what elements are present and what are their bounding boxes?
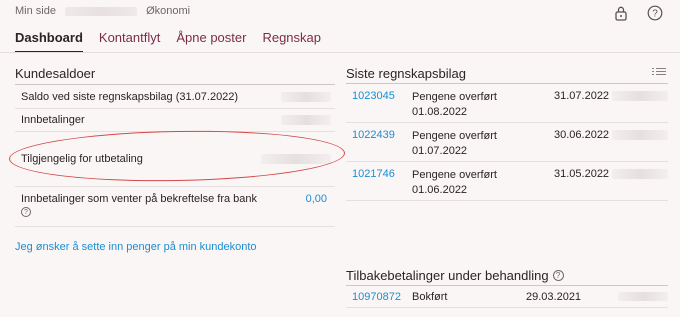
help-icon[interactable]: ?: [21, 207, 31, 217]
voucher-link[interactable]: 1022439: [352, 129, 395, 141]
row-label: Innbetalinger som venter på bekreftelse …: [21, 193, 258, 205]
payments-row: Innbetalinger: [15, 109, 335, 132]
redacted-name: [65, 6, 138, 16]
available-row: Tilgjengelig for utbetaling: [15, 132, 335, 187]
row-label: Tilgjengelig for utbetaling: [21, 153, 143, 165]
redacted-value: [612, 130, 668, 140]
pending-row: Innbetalinger som venter på bekreftelse …: [15, 187, 335, 227]
redacted-value: [612, 91, 668, 101]
latest-vouchers-panel: Siste regnskapsbilag 1023045 Pengene ove…: [346, 66, 668, 201]
refund-link[interactable]: 10970872: [352, 291, 401, 303]
table-row: 10970872 Bokført 29.03.2021: [346, 286, 668, 308]
tab-apne-poster[interactable]: Åpne poster: [176, 30, 246, 53]
voucher-desc: Pengene overført 01.08.2022: [412, 91, 497, 118]
redacted-value: [281, 91, 331, 102]
svg-text:?: ?: [652, 9, 658, 20]
list-item: 1022439 Pengene overført 01.07.2022 30.06…: [346, 123, 668, 162]
tab-regnskap[interactable]: Regnskap: [262, 30, 321, 53]
list-item: 1021746 Pengene overført 01.06.2022 31.05…: [346, 162, 668, 201]
tab-bar: Dashboard Kontantflyt Åpne poster Regnsk…: [15, 30, 321, 53]
list-item: 1023045 Pengene overført 01.08.2022 31.07…: [346, 84, 668, 123]
row-label: Innbetalinger: [21, 114, 85, 126]
section-title: Siste regnskapsbilag: [346, 66, 466, 81]
refunds-title: Tilbakebetalinger under behandling: [346, 268, 549, 283]
section-title: Tilbakebetalinger under behandling ?: [346, 268, 668, 283]
list-view-icon[interactable]: [652, 66, 666, 78]
customer-balance-panel: Kundesaldoer Saldo ved siste regnskapsbi…: [15, 66, 335, 227]
tabs-divider: [0, 52, 680, 53]
voucher-desc: Pengene overført 01.06.2022: [412, 169, 497, 196]
pending-value: 0,00: [305, 193, 327, 205]
refund-status: Bokført: [412, 291, 448, 303]
help-icon[interactable]: ?: [552, 270, 564, 281]
redacted-value: [612, 169, 668, 179]
help-icon[interactable]: ?: [646, 4, 664, 22]
voucher-link[interactable]: 1023045: [352, 90, 395, 102]
voucher-link[interactable]: 1021746: [352, 168, 395, 180]
tab-dashboard[interactable]: Dashboard: [15, 30, 83, 53]
breadcrumb: Min side Økonomi: [15, 5, 190, 17]
breadcrumb-current: Økonomi: [146, 5, 191, 17]
balance-row: Saldo ved siste regnskapsbilag (31.07.20…: [15, 85, 335, 109]
voucher-date: 30.06.2022: [554, 129, 610, 141]
redacted-value: [261, 154, 331, 164]
refund-date: 29.03.2021: [526, 291, 582, 303]
refunds-panel: Tilbakebetalinger under behandling ? 109…: [346, 268, 668, 308]
top-bar: Min side Økonomi ?: [0, 0, 680, 26]
lock-icon[interactable]: [612, 4, 630, 22]
breadcrumb-home[interactable]: Min side: [15, 5, 56, 17]
deposit-link[interactable]: Jeg ønsker å sette inn penger på min kun…: [15, 241, 257, 253]
top-icons: ?: [612, 4, 664, 22]
redacted-value: [618, 292, 668, 301]
voucher-date: 31.07.2022: [554, 90, 610, 102]
row-label: Saldo ved siste regnskapsbilag (31.07.20…: [21, 90, 239, 103]
tab-kontantflyt[interactable]: Kontantflyt: [99, 30, 160, 53]
voucher-date: 31.05.2022: [554, 168, 610, 180]
voucher-desc: Pengene overført 01.07.2022: [412, 130, 497, 157]
section-title: Kundesaldoer: [15, 66, 96, 81]
redacted-value: [281, 115, 331, 125]
